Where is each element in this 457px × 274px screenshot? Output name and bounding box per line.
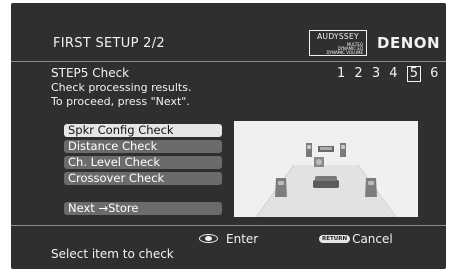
audyssey-line-3: DYNAMIC VOLUME [326,50,363,55]
speaker-surround-left-icon [275,178,287,197]
footer-divider [11,225,446,226]
status-text: Select item to check [51,247,174,261]
speaker-front-left-icon [306,143,312,157]
listener-sofa-icon [313,176,339,188]
speaker-surround-right-icon [365,178,377,197]
step-description-line-1: Check processing results. [51,81,192,94]
return-button-icon: RETURN [319,234,351,243]
audyssey-logo: AUDYSSEY MULTEQ DYNAMIC EQ DYNAMIC VOLUM… [309,30,367,56]
menu-item-crossover-check[interactable]: Crossover Check [64,172,222,185]
speaker-front-right-icon [340,143,346,157]
step-indicator: 1 2 3 4 5 6 [337,66,443,82]
speaker-layout-svg [255,143,397,217]
step-indicator-2: 2 [354,66,363,81]
enter-label: Enter [226,232,259,246]
center-speaker-icon [318,146,334,152]
step-indicator-5-active: 5 [406,66,421,82]
cancel-label: Cancel [352,232,393,246]
denon-logo: DENON [377,34,441,52]
step-description-line-2: To proceed, press "Next". [51,95,190,108]
audyssey-brand: AUDYSSEY [317,32,359,41]
enter-button-icon [199,234,218,243]
step-indicator-1: 1 [337,66,346,81]
enter-hint: Enter [199,232,258,246]
menu-item-spkr-config-check[interactable]: Spkr Config Check [64,124,222,137]
menu-item-ch-level-check[interactable]: Ch. Level Check [64,156,222,169]
header-divider [11,61,446,62]
page-title: FIRST SETUP 2/2 [53,36,165,51]
speaker-layout-diagram [234,121,418,217]
return-hint: RETURN Cancel [319,232,393,246]
menu-item-distance-check[interactable]: Distance Check [64,140,222,153]
setup-screen: FIRST SETUP 2/2 AUDYSSEY MULTEQ DYNAMIC … [11,3,446,269]
header: FIRST SETUP 2/2 AUDYSSEY MULTEQ DYNAMIC … [11,3,446,61]
step-title: STEP5 Check [51,66,130,80]
menu-item-next-store[interactable]: Next →Store [64,202,222,215]
step-indicator-6: 6 [430,66,439,81]
step-indicator-4: 4 [389,66,398,81]
step-indicator-3: 3 [371,66,381,81]
subwoofer-icon [314,157,324,167]
